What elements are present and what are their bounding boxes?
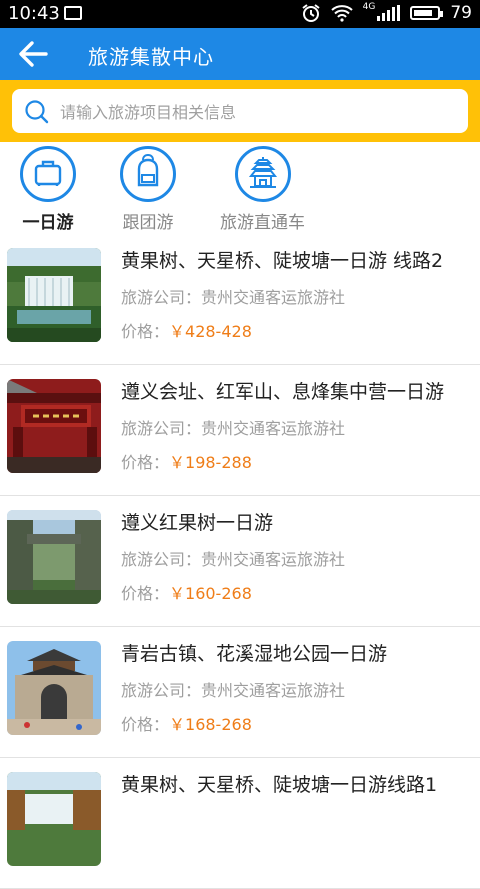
tab-one-day-tour[interactable]: 一日游 — [20, 146, 76, 233]
arrow-left-icon[interactable] — [16, 38, 50, 70]
pagoda-icon — [234, 146, 291, 202]
waterfall-thumbnail — [7, 772, 101, 866]
tour-list: 黄果树、天星桥、陡坡塘一日游 线路2 旅游公司：贵州交通客运旅游社 价格：￥42… — [0, 234, 480, 889]
tour-name: 黄果树、天星桥、陡坡塘一日游 线路2 — [121, 250, 444, 272]
tour-name: 黄果树、天星桥、陡坡塘一日游线路1 — [121, 774, 438, 796]
tour-price: 价格：￥428-428 — [121, 322, 252, 341]
tour-company: 旅游公司：贵州交通客运旅游社 — [121, 550, 346, 569]
tab-label: 旅游直通车 — [220, 213, 305, 233]
waterfall-thumbnail — [7, 248, 101, 342]
list-item[interactable]: 青岩古镇、花溪湿地公园一日游 旅游公司：贵州交通客运旅游社 价格：￥168-26… — [0, 627, 480, 758]
search-input[interactable] — [58, 97, 457, 127]
tour-company: 旅游公司：贵州交通客运旅游社 — [121, 288, 346, 307]
backpack-icon — [120, 146, 176, 202]
tour-price: 价格：￥168-268 — [121, 715, 252, 734]
tab-tourist-bus[interactable]: 旅游直通车 — [220, 146, 305, 233]
tour-price: 价格：￥160-268 — [121, 584, 252, 603]
status-time: 10:43 — [8, 3, 60, 24]
tab-label: 一日游 — [22, 213, 74, 233]
red-gate-thumbnail — [7, 379, 101, 473]
tour-company: 旅游公司：贵州交通客运旅游社 — [121, 681, 346, 700]
tab-group-tour[interactable]: 跟团游 — [120, 146, 176, 233]
signal-icon — [377, 5, 401, 21]
category-tabs: 一日游 跟团游 旅游直通车 — [0, 142, 480, 234]
rock-arch-thumbnail — [7, 510, 101, 604]
suitcase-icon — [20, 146, 76, 202]
page-title: 旅游集散中心 — [88, 45, 214, 69]
battery-percent: 79 — [450, 3, 472, 23]
tour-name: 遵义会址、红军山、息烽集中营一日游 — [121, 381, 445, 403]
tour-company: 旅游公司：贵州交通客运旅游社 — [121, 419, 346, 438]
search-icon — [25, 100, 49, 124]
list-item[interactable]: 黄果树、天星桥、陡坡塘一日游 线路2 旅游公司：贵州交通客运旅游社 价格：￥42… — [0, 234, 480, 365]
network-type: 4G — [362, 2, 376, 12]
ancient-town-thumbnail — [7, 641, 101, 735]
list-item[interactable]: 遵义会址、红军山、息烽集中营一日游 旅游公司：贵州交通客运旅游社 价格：￥198… — [0, 365, 480, 496]
image-notification-icon — [64, 6, 82, 20]
app-bar: 旅游集散中心 — [0, 28, 480, 80]
tab-label: 跟团游 — [122, 213, 174, 233]
list-item[interactable]: 黄果树、天星桥、陡坡塘一日游线路1 — [0, 758, 480, 889]
search-box[interactable] — [12, 89, 468, 133]
tour-price: 价格：￥198-288 — [121, 453, 252, 472]
status-icons: 4G 79 — [301, 2, 472, 23]
tour-name: 青岩古镇、花溪湿地公园一日游 — [121, 643, 388, 665]
alarm-icon — [302, 4, 320, 22]
search-bar — [0, 80, 480, 142]
tour-name: 遵义红果树一日游 — [121, 512, 274, 534]
status-bar: 10:43 4G 79 — [0, 0, 480, 28]
battery-icon — [410, 6, 444, 20]
wifi-icon — [330, 5, 353, 22]
list-item[interactable]: 遵义红果树一日游 旅游公司：贵州交通客运旅游社 价格：￥160-268 — [0, 496, 480, 627]
